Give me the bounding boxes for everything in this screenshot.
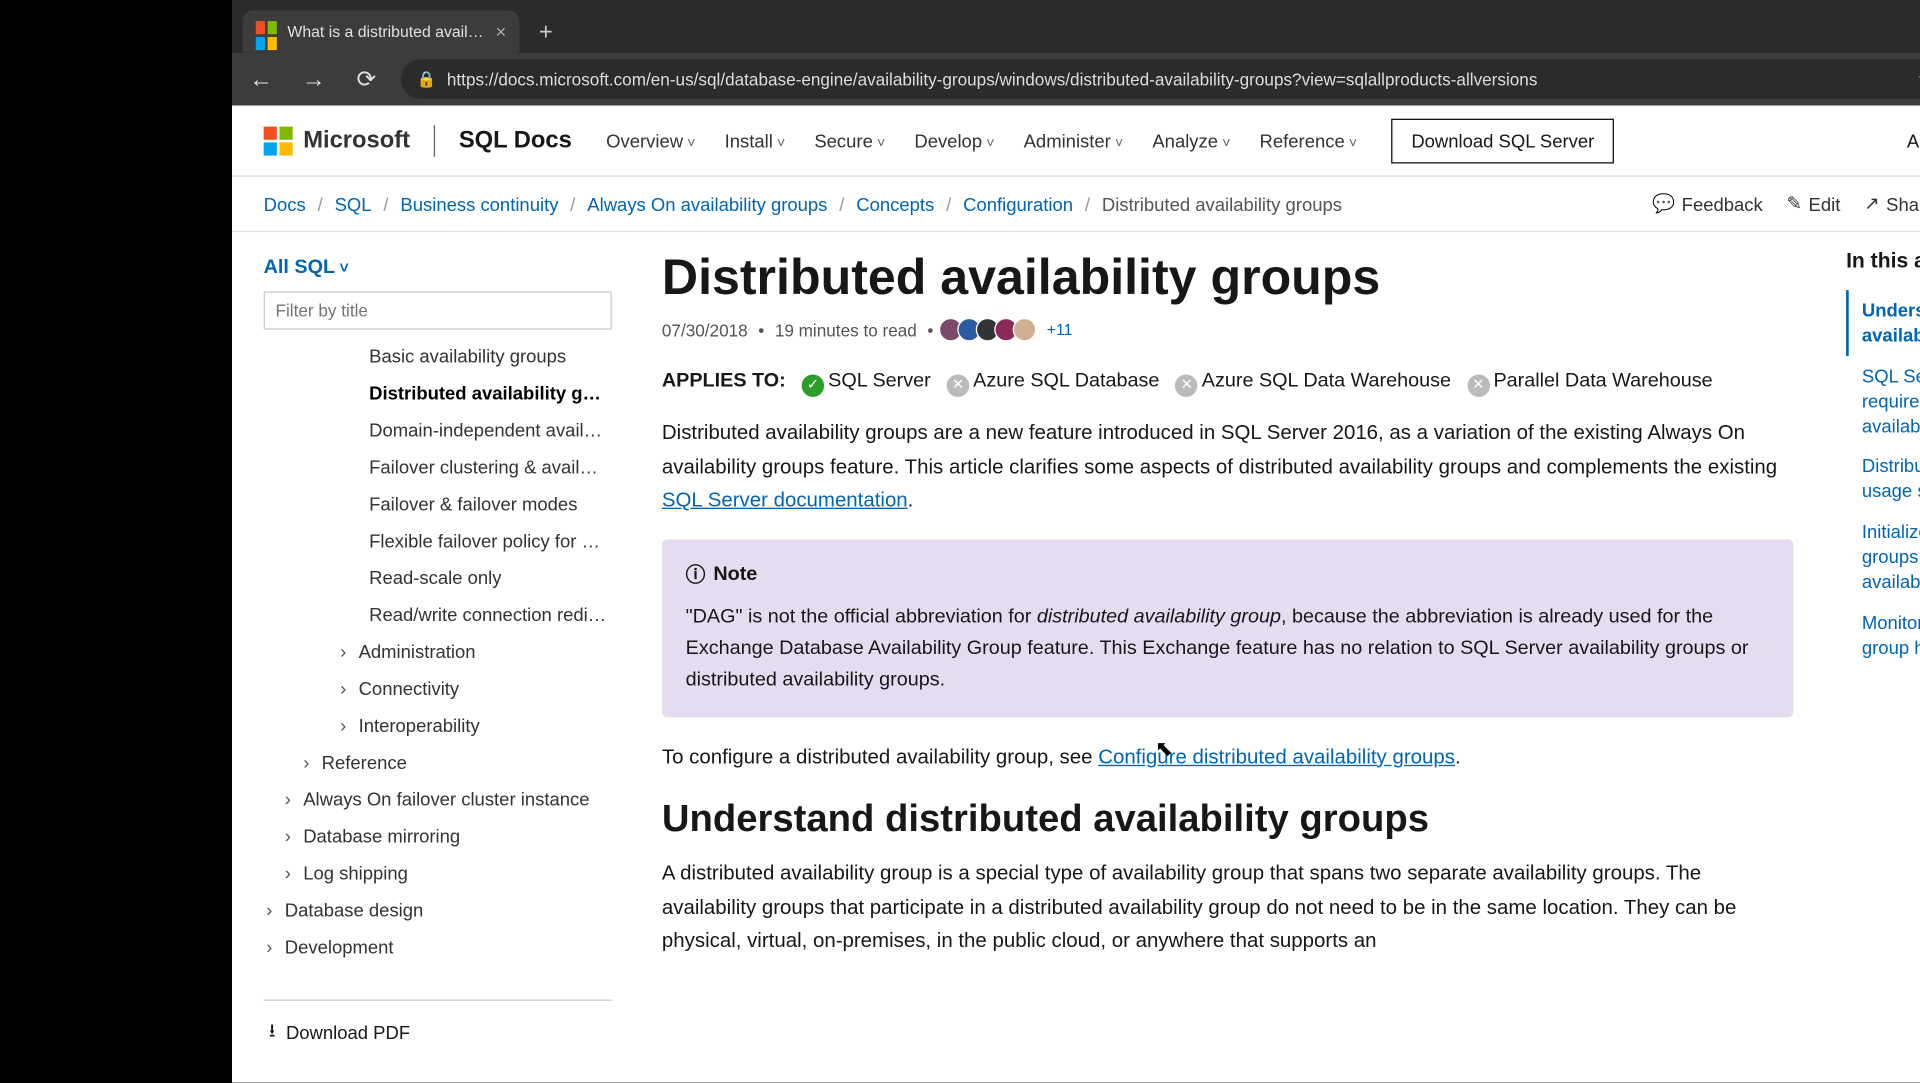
sidebar-item[interactable]: Database design [264, 891, 612, 928]
sidebar-item[interactable]: Reference [264, 744, 612, 781]
check-yes-icon: ✓ [802, 375, 824, 397]
config-paragraph: To configure a distributed availability … [662, 741, 1793, 775]
product-title[interactable]: SQL Docs [459, 127, 572, 155]
all-microsoft-menu[interactable]: All Microsoft [1907, 130, 1920, 151]
tab-title: What is a distributed availability [287, 22, 485, 40]
applies-to: APPLIES TO: ✓SQL Server ✕Azure SQL Datab… [662, 363, 1793, 399]
nav-overview[interactable]: Overview [596, 122, 707, 159]
page-title: Distributed availability groups [662, 251, 1793, 308]
crumb-docs[interactable]: Docs [264, 193, 306, 214]
in-this-article: In this article Understand distributed a… [1836, 232, 1920, 1083]
sidebar-item[interactable]: Failover & failover modes [264, 485, 612, 522]
feedback-icon: 💬 [1652, 193, 1675, 215]
sidebar-item[interactable]: Flexible failover policy for aut... [264, 522, 612, 559]
sidebar-item[interactable]: Log shipping [264, 855, 612, 892]
nav-develop[interactable]: Develop [904, 122, 1005, 159]
breadcrumb: Docs/ SQL/ Business continuity/ Always O… [264, 193, 1342, 214]
address-bar[interactable]: 🔒 https://docs.microsoft.com/en-us/sql/d… [401, 59, 1920, 99]
browser-tab[interactable]: What is a distributed availability × [243, 11, 520, 53]
new-tab-button[interactable]: + [527, 13, 564, 50]
crumb-current: Distributed availability groups [1102, 193, 1342, 214]
download-sql-button[interactable]: Download SQL Server [1392, 118, 1615, 163]
section-body: A distributed availability group is a sp… [662, 857, 1793, 958]
sidebar-item[interactable]: Read/write connection redirec... [264, 596, 612, 633]
sidebar-item[interactable]: Interoperability [264, 707, 612, 744]
microsoft-logo[interactable]: Microsoft [264, 126, 410, 155]
info-icon: ⓘ [686, 560, 706, 588]
tab-close-icon[interactable]: × [495, 21, 506, 42]
link-sql-docs[interactable]: SQL Server documentation [662, 489, 908, 511]
nav-reference[interactable]: Reference [1249, 122, 1368, 159]
crumb-bc[interactable]: Business continuity [400, 193, 558, 214]
rt-item[interactable]: Understand distributed availability grou… [1846, 290, 1920, 356]
nav-secure[interactable]: Secure [804, 122, 896, 159]
crumb-sql[interactable]: SQL [335, 193, 372, 214]
forward-button[interactable]: → [295, 65, 332, 93]
intro-paragraph: Distributed availability groups are a ne… [662, 417, 1793, 518]
rt-item[interactable]: SQL Server version and edition requireme… [1846, 356, 1920, 447]
link-configure-dag[interactable]: Configure distributed availability group… [1098, 746, 1455, 768]
sidebar-scope-selector[interactable]: All SQL [264, 251, 612, 284]
share-icon: ↗ [1864, 193, 1879, 215]
download-icon: ⭳ [269, 1017, 275, 1049]
lock-icon: 🔒 [417, 70, 437, 88]
sidebar-item[interactable]: Basic availability groups [264, 338, 612, 375]
rt-item[interactable]: Distributed availability group usage sce… [1846, 446, 1920, 512]
rt-item[interactable]: Initialize secondary availability groups… [1846, 512, 1920, 603]
check-no-icon: ✕ [947, 375, 969, 397]
crumb-config[interactable]: Configuration [963, 193, 1073, 214]
nav-install[interactable]: Install [714, 122, 796, 159]
nav-administer[interactable]: Administer [1013, 122, 1134, 159]
sidebar-item[interactable]: Always On failover cluster instance [264, 781, 612, 818]
sidebar-toc[interactable]: Basic availability groupsDistributed ava… [264, 338, 612, 1000]
sidebar-item[interactable]: Development [264, 928, 612, 965]
check-no-icon: ✕ [1467, 375, 1489, 397]
back-button[interactable]: ← [243, 65, 280, 93]
crumb-ag[interactable]: Always On availability groups [587, 193, 827, 214]
edit-icon: ✎ [1786, 193, 1801, 215]
microsoft-logo-icon [264, 126, 293, 155]
feedback-button[interactable]: 💬Feedback [1652, 193, 1763, 215]
check-no-icon: ✕ [1175, 375, 1197, 397]
header-divider [434, 125, 435, 157]
url-text: https://docs.microsoft.com/en-us/sql/dat… [447, 69, 1907, 89]
sidebar-item[interactable]: Administration [264, 633, 612, 670]
edit-button[interactable]: ✎Edit [1786, 193, 1840, 215]
contributor-avatars[interactable] [944, 318, 1036, 342]
more-contributors[interactable]: +11 [1047, 320, 1073, 338]
nav-analyze[interactable]: Analyze [1142, 122, 1241, 159]
filter-input[interactable] [264, 291, 612, 329]
crumb-concepts[interactable]: Concepts [856, 193, 934, 214]
section-heading: Understand distributed availability grou… [662, 798, 1793, 842]
share-button[interactable]: ↗Share [1864, 193, 1920, 215]
top-nav: Overview Install Secure Develop Administ… [596, 122, 1368, 159]
article-meta: 07/30/2018• 19 minutes to read• +11 [662, 318, 1793, 342]
sidebar-item[interactable]: Connectivity [264, 670, 612, 707]
tab-favicon [256, 21, 277, 42]
sidebar-item[interactable]: Distributed availability groups [264, 375, 612, 412]
rt-item[interactable]: Monitor distributed availability group h… [1846, 603, 1920, 669]
note-callout: ⓘNote "DAG" is not the official abbrevia… [662, 539, 1793, 717]
sidebar-item[interactable]: Domain-independent availabi... [264, 411, 612, 448]
sidebar-item[interactable]: Database mirroring [264, 818, 612, 855]
sidebar-item[interactable]: Failover clustering & availabili... [264, 448, 612, 485]
sidebar-item[interactable]: Read-scale only [264, 559, 612, 596]
download-pdf-button[interactable]: ⭳ Download PDF [264, 1000, 612, 1065]
reload-button[interactable]: ⟳ [348, 65, 385, 93]
